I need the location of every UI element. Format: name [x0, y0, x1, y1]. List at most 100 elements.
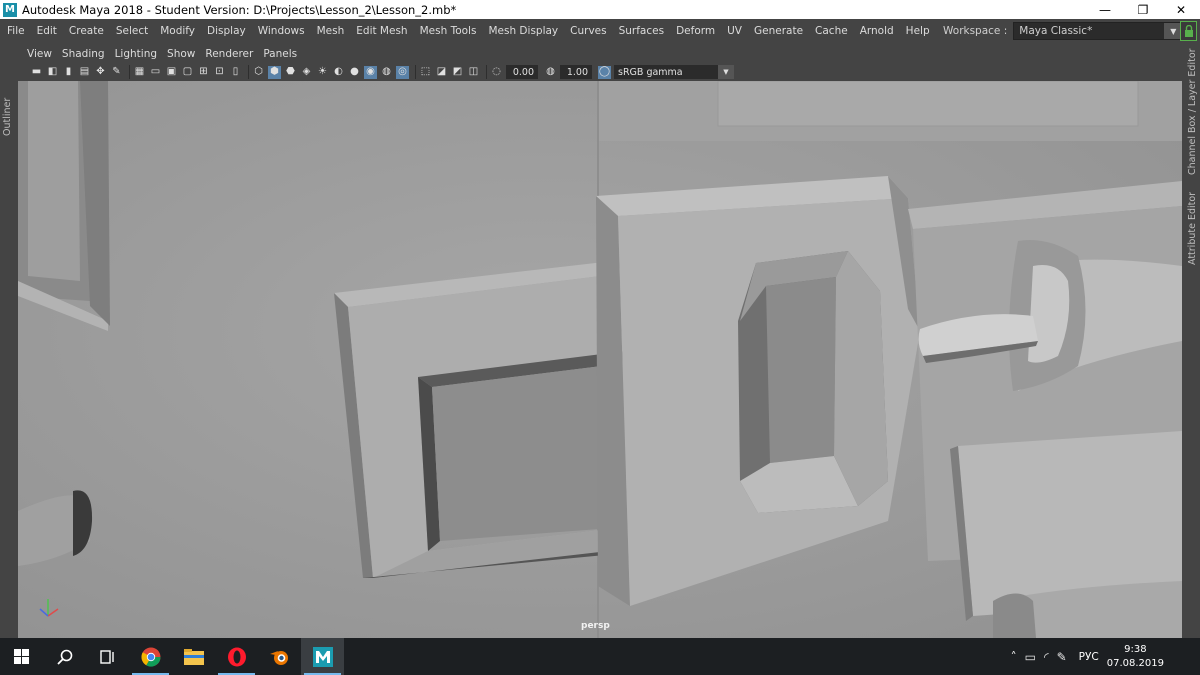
- outliner-tab[interactable]: Outliner: [2, 98, 13, 136]
- close-button[interactable]: ✕: [1162, 0, 1200, 19]
- film-gate-icon[interactable]: ▭: [149, 66, 162, 79]
- 3d-viewport[interactable]: persp: [18, 81, 1182, 638]
- wireframe-on-shaded-icon[interactable]: ⬣: [284, 66, 297, 79]
- workspace-selector: Workspace : Maya Classic* ▼: [943, 22, 1184, 40]
- menu-curves[interactable]: Curves: [564, 25, 612, 37]
- search-icon[interactable]: [43, 638, 86, 675]
- menu-generate[interactable]: Generate: [748, 25, 809, 37]
- menu-cache[interactable]: Cache: [809, 25, 854, 37]
- outliner-strip: Outliner: [0, 43, 18, 638]
- blender-icon[interactable]: [258, 638, 301, 675]
- camera-attributes-icon[interactable]: ◧: [46, 66, 59, 79]
- title-bar: M Autodesk Maya 2018 - Student Version: …: [0, 0, 1200, 19]
- channel-box-tab[interactable]: Channel Box / Layer Editor: [1187, 48, 1198, 175]
- grease-pencil-icon[interactable]: ✎: [110, 66, 123, 79]
- color-management-icon[interactable]: ◯: [598, 65, 611, 79]
- use-all-lights-icon[interactable]: ☀: [316, 66, 329, 79]
- grid-icon[interactable]: ▦: [133, 66, 146, 79]
- input-language[interactable]: РУС: [1079, 651, 1099, 663]
- shadows-icon[interactable]: ◐: [332, 66, 345, 79]
- panel-menu-bar: View Shading Lighting Show Renderer Pane…: [18, 45, 1182, 63]
- xray-active-components-icon[interactable]: ◩: [451, 66, 464, 79]
- menu-uv[interactable]: UV: [721, 25, 748, 37]
- clock-date: 07.08.2019: [1106, 657, 1164, 669]
- opera-icon[interactable]: [215, 638, 258, 675]
- isolate-select-icon[interactable]: ⬚: [419, 66, 432, 79]
- screen-space-ao-icon[interactable]: ●: [348, 66, 361, 79]
- field-chart-icon[interactable]: ⊞: [197, 66, 210, 79]
- textured-icon[interactable]: ◈: [300, 66, 313, 79]
- image-plane-icon[interactable]: ▤: [78, 66, 91, 79]
- panel-menu-shading[interactable]: Shading: [57, 48, 110, 60]
- pen-icon[interactable]: ✎: [1057, 650, 1067, 664]
- motion-blur-icon[interactable]: ◉: [364, 65, 377, 79]
- window-controls: — ❐ ✕: [1086, 0, 1200, 19]
- smooth-shade-icon[interactable]: ⬢: [268, 65, 281, 79]
- dropdown-arrow-icon[interactable]: ▼: [718, 65, 734, 79]
- camera-label: persp: [581, 621, 610, 631]
- maya-window: M Autodesk Maya 2018 - Student Version: …: [0, 0, 1200, 675]
- menu-file[interactable]: File: [0, 25, 31, 37]
- menu-modify[interactable]: Modify: [154, 25, 201, 37]
- battery-icon[interactable]: ▭: [1025, 650, 1036, 664]
- chrome-icon[interactable]: [129, 638, 172, 675]
- menu-display[interactable]: Display: [201, 25, 252, 37]
- menu-mesh-tools[interactable]: Mesh Tools: [414, 25, 483, 37]
- bookmark-icon[interactable]: ▮: [62, 66, 75, 79]
- clock[interactable]: 9:38 07.08.2019: [1107, 643, 1164, 671]
- color-space-dropdown[interactable]: sRGB gamma ▼: [614, 65, 734, 79]
- scene-render: [18, 81, 1182, 638]
- menu-mesh-display[interactable]: Mesh Display: [482, 25, 564, 37]
- exposure-field[interactable]: 0.00: [506, 65, 538, 79]
- toolbar-separator: [248, 65, 249, 79]
- restore-button[interactable]: ❐: [1124, 0, 1162, 19]
- lock-icon[interactable]: [1180, 21, 1197, 41]
- panel-menu-view[interactable]: View: [18, 48, 57, 60]
- menu-edit[interactable]: Edit: [31, 25, 63, 37]
- menu-arnold[interactable]: Arnold: [854, 25, 900, 37]
- menu-deform[interactable]: Deform: [670, 25, 721, 37]
- gamma-field[interactable]: 1.00: [560, 65, 592, 79]
- panel-menu-renderer[interactable]: Renderer: [200, 48, 258, 60]
- panel-menu-lighting[interactable]: Lighting: [110, 48, 162, 60]
- depth-of-field-icon[interactable]: ◎: [396, 65, 409, 79]
- menu-edit-mesh[interactable]: Edit Mesh: [350, 25, 413, 37]
- gate-mask-icon[interactable]: ▢: [181, 66, 194, 79]
- menu-create[interactable]: Create: [63, 25, 110, 37]
- maya-logo-icon: M: [3, 2, 17, 17]
- windows-start-icon[interactable]: [0, 638, 43, 675]
- panel-menu-show[interactable]: Show: [162, 48, 200, 60]
- exposure-icon[interactable]: ◌: [490, 66, 503, 79]
- select-camera-icon[interactable]: ▬: [30, 66, 43, 79]
- clock-time: 9:38: [1124, 643, 1147, 655]
- window-title: Autodesk Maya 2018 - Student Version: D:…: [22, 2, 457, 17]
- menu-help[interactable]: Help: [900, 25, 936, 37]
- workspace-dropdown[interactable]: Maya Classic* ▼: [1013, 22, 1184, 40]
- color-space-value: sRGB gamma: [618, 66, 683, 78]
- menu-surfaces[interactable]: Surfaces: [613, 25, 670, 37]
- safe-action-icon[interactable]: ⊡: [213, 66, 226, 79]
- xray-icon[interactable]: ◪: [435, 66, 448, 79]
- maya-icon[interactable]: [301, 638, 344, 675]
- multisample-aa-icon[interactable]: ◍: [380, 66, 393, 79]
- resolution-gate-icon[interactable]: ▣: [165, 66, 178, 79]
- file-explorer-icon[interactable]: [172, 638, 215, 675]
- workspace-label: Workspace :: [943, 25, 1008, 37]
- toolbar-separator: [415, 65, 416, 79]
- gamma-icon[interactable]: ◍: [544, 66, 557, 79]
- safe-title-icon[interactable]: ▯: [229, 66, 242, 79]
- menu-mesh[interactable]: Mesh: [311, 25, 351, 37]
- panel-menu-panels[interactable]: Panels: [258, 48, 302, 60]
- menu-select[interactable]: Select: [110, 25, 154, 37]
- show-hidden-icons-icon[interactable]: ˄: [1011, 650, 1017, 664]
- 2d-pan-zoom-icon[interactable]: ✥: [94, 66, 107, 79]
- toolbar-separator: [486, 65, 487, 79]
- task-view-icon[interactable]: [86, 638, 129, 675]
- menu-windows[interactable]: Windows: [252, 25, 311, 37]
- wireframe-icon[interactable]: ⬡: [252, 66, 265, 79]
- wifi-icon[interactable]: ◜: [1044, 650, 1049, 664]
- right-side-strip: Channel Box / Layer Editor Attribute Edi…: [1182, 43, 1200, 638]
- attribute-editor-tab[interactable]: Attribute Editor: [1187, 192, 1198, 265]
- minimize-button[interactable]: —: [1086, 0, 1124, 19]
- xray-joints-icon[interactable]: ◫: [467, 66, 480, 79]
